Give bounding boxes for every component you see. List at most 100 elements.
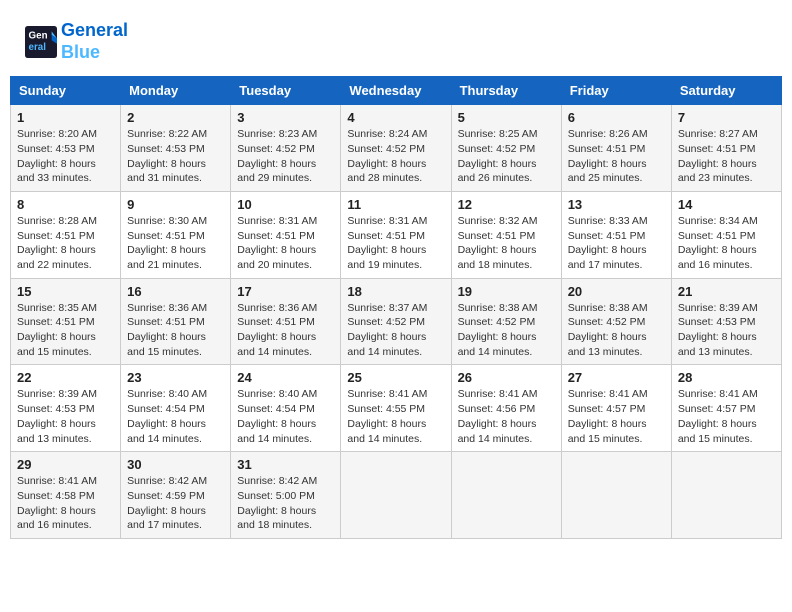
day-number: 11 bbox=[347, 197, 444, 212]
logo-icon: Gen eral bbox=[25, 26, 57, 58]
calendar-cell bbox=[561, 452, 671, 539]
day-info: Sunrise: 8:27 AMSunset: 4:51 PMDaylight:… bbox=[678, 127, 775, 186]
calendar-cell: 20 Sunrise: 8:38 AMSunset: 4:52 PMDaylig… bbox=[561, 278, 671, 365]
day-number: 1 bbox=[17, 110, 114, 125]
calendar-cell: 24 Sunrise: 8:40 AMSunset: 4:54 PMDaylig… bbox=[231, 365, 341, 452]
day-info: Sunrise: 8:31 AMSunset: 4:51 PMDaylight:… bbox=[237, 214, 334, 273]
day-number: 2 bbox=[127, 110, 224, 125]
calendar-cell: 1 Sunrise: 8:20 AMSunset: 4:53 PMDayligh… bbox=[11, 105, 121, 192]
calendar-cell: 4 Sunrise: 8:24 AMSunset: 4:52 PMDayligh… bbox=[341, 105, 451, 192]
day-info: Sunrise: 8:37 AMSunset: 4:52 PMDaylight:… bbox=[347, 301, 444, 360]
day-info: Sunrise: 8:25 AMSunset: 4:52 PMDaylight:… bbox=[458, 127, 555, 186]
day-info: Sunrise: 8:30 AMSunset: 4:51 PMDaylight:… bbox=[127, 214, 224, 273]
weekday-header-saturday: Saturday bbox=[671, 77, 781, 105]
day-number: 5 bbox=[458, 110, 555, 125]
day-info: Sunrise: 8:36 AMSunset: 4:51 PMDaylight:… bbox=[237, 301, 334, 360]
day-number: 12 bbox=[458, 197, 555, 212]
week-row-5: 29 Sunrise: 8:41 AMSunset: 4:58 PMDaylig… bbox=[11, 452, 782, 539]
calendar-cell: 13 Sunrise: 8:33 AMSunset: 4:51 PMDaylig… bbox=[561, 191, 671, 278]
day-number: 6 bbox=[568, 110, 665, 125]
day-info: Sunrise: 8:40 AMSunset: 4:54 PMDaylight:… bbox=[237, 387, 334, 446]
page-header: Gen eral General Blue bbox=[10, 10, 782, 68]
day-info: Sunrise: 8:36 AMSunset: 4:51 PMDaylight:… bbox=[127, 301, 224, 360]
svg-text:Gen: Gen bbox=[29, 30, 48, 41]
calendar-cell: 8 Sunrise: 8:28 AMSunset: 4:51 PMDayligh… bbox=[11, 191, 121, 278]
calendar-cell: 12 Sunrise: 8:32 AMSunset: 4:51 PMDaylig… bbox=[451, 191, 561, 278]
day-number: 23 bbox=[127, 370, 224, 385]
calendar-cell: 10 Sunrise: 8:31 AMSunset: 4:51 PMDaylig… bbox=[231, 191, 341, 278]
logo-text-line1: General bbox=[61, 20, 128, 42]
calendar-cell: 22 Sunrise: 8:39 AMSunset: 4:53 PMDaylig… bbox=[11, 365, 121, 452]
calendar-cell: 9 Sunrise: 8:30 AMSunset: 4:51 PMDayligh… bbox=[121, 191, 231, 278]
day-info: Sunrise: 8:42 AMSunset: 5:00 PMDaylight:… bbox=[237, 474, 334, 533]
calendar-cell bbox=[341, 452, 451, 539]
day-number: 29 bbox=[17, 457, 114, 472]
day-info: Sunrise: 8:34 AMSunset: 4:51 PMDaylight:… bbox=[678, 214, 775, 273]
calendar-cell: 11 Sunrise: 8:31 AMSunset: 4:51 PMDaylig… bbox=[341, 191, 451, 278]
day-number: 17 bbox=[237, 284, 334, 299]
day-number: 20 bbox=[568, 284, 665, 299]
weekday-header-tuesday: Tuesday bbox=[231, 77, 341, 105]
weekday-header-row: SundayMondayTuesdayWednesdayThursdayFrid… bbox=[11, 77, 782, 105]
svg-text:eral: eral bbox=[29, 42, 47, 53]
day-info: Sunrise: 8:41 AMSunset: 4:55 PMDaylight:… bbox=[347, 387, 444, 446]
calendar-cell: 6 Sunrise: 8:26 AMSunset: 4:51 PMDayligh… bbox=[561, 105, 671, 192]
day-info: Sunrise: 8:20 AMSunset: 4:53 PMDaylight:… bbox=[17, 127, 114, 186]
day-number: 4 bbox=[347, 110, 444, 125]
day-number: 10 bbox=[237, 197, 334, 212]
day-number: 28 bbox=[678, 370, 775, 385]
day-info: Sunrise: 8:38 AMSunset: 4:52 PMDaylight:… bbox=[458, 301, 555, 360]
calendar-cell: 2 Sunrise: 8:22 AMSunset: 4:53 PMDayligh… bbox=[121, 105, 231, 192]
day-number: 26 bbox=[458, 370, 555, 385]
calendar-body: 1 Sunrise: 8:20 AMSunset: 4:53 PMDayligh… bbox=[11, 105, 782, 539]
calendar-cell: 25 Sunrise: 8:41 AMSunset: 4:55 PMDaylig… bbox=[341, 365, 451, 452]
day-info: Sunrise: 8:42 AMSunset: 4:59 PMDaylight:… bbox=[127, 474, 224, 533]
day-info: Sunrise: 8:41 AMSunset: 4:57 PMDaylight:… bbox=[568, 387, 665, 446]
day-info: Sunrise: 8:23 AMSunset: 4:52 PMDaylight:… bbox=[237, 127, 334, 186]
day-number: 21 bbox=[678, 284, 775, 299]
day-number: 24 bbox=[237, 370, 334, 385]
week-row-1: 1 Sunrise: 8:20 AMSunset: 4:53 PMDayligh… bbox=[11, 105, 782, 192]
day-number: 27 bbox=[568, 370, 665, 385]
day-info: Sunrise: 8:39 AMSunset: 4:53 PMDaylight:… bbox=[678, 301, 775, 360]
logo-text-line2: Blue bbox=[61, 42, 128, 64]
day-number: 7 bbox=[678, 110, 775, 125]
calendar-cell: 15 Sunrise: 8:35 AMSunset: 4:51 PMDaylig… bbox=[11, 278, 121, 365]
calendar-cell: 29 Sunrise: 8:41 AMSunset: 4:58 PMDaylig… bbox=[11, 452, 121, 539]
calendar-cell: 27 Sunrise: 8:41 AMSunset: 4:57 PMDaylig… bbox=[561, 365, 671, 452]
day-info: Sunrise: 8:28 AMSunset: 4:51 PMDaylight:… bbox=[17, 214, 114, 273]
calendar-cell: 31 Sunrise: 8:42 AMSunset: 5:00 PMDaylig… bbox=[231, 452, 341, 539]
calendar-cell: 14 Sunrise: 8:34 AMSunset: 4:51 PMDaylig… bbox=[671, 191, 781, 278]
logo: Gen eral General Blue bbox=[25, 20, 128, 63]
calendar-cell: 17 Sunrise: 8:36 AMSunset: 4:51 PMDaylig… bbox=[231, 278, 341, 365]
day-info: Sunrise: 8:32 AMSunset: 4:51 PMDaylight:… bbox=[458, 214, 555, 273]
calendar-cell: 19 Sunrise: 8:38 AMSunset: 4:52 PMDaylig… bbox=[451, 278, 561, 365]
calendar-cell: 7 Sunrise: 8:27 AMSunset: 4:51 PMDayligh… bbox=[671, 105, 781, 192]
calendar-cell: 3 Sunrise: 8:23 AMSunset: 4:52 PMDayligh… bbox=[231, 105, 341, 192]
day-info: Sunrise: 8:41 AMSunset: 4:57 PMDaylight:… bbox=[678, 387, 775, 446]
weekday-header-sunday: Sunday bbox=[11, 77, 121, 105]
weekday-header-thursday: Thursday bbox=[451, 77, 561, 105]
day-number: 14 bbox=[678, 197, 775, 212]
day-number: 9 bbox=[127, 197, 224, 212]
day-number: 22 bbox=[17, 370, 114, 385]
calendar-cell bbox=[671, 452, 781, 539]
day-info: Sunrise: 8:38 AMSunset: 4:52 PMDaylight:… bbox=[568, 301, 665, 360]
day-info: Sunrise: 8:35 AMSunset: 4:51 PMDaylight:… bbox=[17, 301, 114, 360]
week-row-3: 15 Sunrise: 8:35 AMSunset: 4:51 PMDaylig… bbox=[11, 278, 782, 365]
day-number: 8 bbox=[17, 197, 114, 212]
week-row-2: 8 Sunrise: 8:28 AMSunset: 4:51 PMDayligh… bbox=[11, 191, 782, 278]
day-info: Sunrise: 8:22 AMSunset: 4:53 PMDaylight:… bbox=[127, 127, 224, 186]
week-row-4: 22 Sunrise: 8:39 AMSunset: 4:53 PMDaylig… bbox=[11, 365, 782, 452]
day-info: Sunrise: 8:41 AMSunset: 4:56 PMDaylight:… bbox=[458, 387, 555, 446]
day-number: 3 bbox=[237, 110, 334, 125]
day-number: 15 bbox=[17, 284, 114, 299]
day-number: 31 bbox=[237, 457, 334, 472]
calendar-cell: 21 Sunrise: 8:39 AMSunset: 4:53 PMDaylig… bbox=[671, 278, 781, 365]
day-number: 19 bbox=[458, 284, 555, 299]
calendar-table: SundayMondayTuesdayWednesdayThursdayFrid… bbox=[10, 76, 782, 539]
day-info: Sunrise: 8:40 AMSunset: 4:54 PMDaylight:… bbox=[127, 387, 224, 446]
calendar-cell: 18 Sunrise: 8:37 AMSunset: 4:52 PMDaylig… bbox=[341, 278, 451, 365]
calendar-cell: 5 Sunrise: 8:25 AMSunset: 4:52 PMDayligh… bbox=[451, 105, 561, 192]
day-number: 18 bbox=[347, 284, 444, 299]
